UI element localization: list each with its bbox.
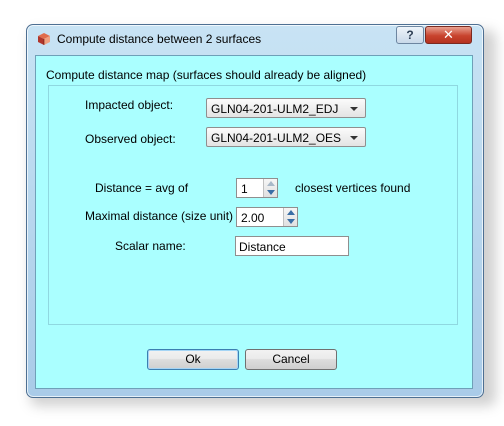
spin-down-icon[interactable] — [287, 219, 295, 224]
spin-up-icon[interactable] — [267, 181, 275, 186]
window-title: Compute distance between 2 surfaces — [57, 32, 262, 46]
group-title: Compute distance map (surfaces should al… — [46, 68, 367, 82]
app-cube-icon — [38, 33, 50, 45]
observed-object-select[interactable]: GLN04-201-ULM2_OES — [206, 127, 366, 147]
distance-avg-spinbox[interactable]: 1 — [236, 178, 278, 198]
distance-avg-value: 1 — [241, 182, 248, 196]
ok-button[interactable]: Ok — [147, 349, 239, 370]
maximal-distance-spin-buttons[interactable] — [283, 208, 297, 226]
scalar-name-value: Distance — [239, 240, 286, 254]
observed-object-label: Observed object: — [85, 132, 176, 146]
chevron-down-icon — [350, 107, 358, 111]
closest-vertices-label: closest vertices found — [295, 181, 411, 195]
dialog-window: Compute distance between 2 surfaces ? ✕ … — [26, 24, 484, 398]
distance-avg-label: Distance = avg of — [95, 181, 189, 195]
maximal-distance-value: 2.00 — [241, 211, 265, 225]
observed-object-value: GLN04-201-ULM2_OES — [211, 131, 342, 145]
maximal-distance-label: Maximal distance (size unit) — [85, 209, 234, 223]
scalar-name-input[interactable]: Distance — [235, 236, 349, 256]
impacted-object-select[interactable]: GLN04-201-ULM2_EDJ — [206, 98, 366, 118]
group-frame — [48, 85, 458, 325]
help-button[interactable]: ? — [396, 26, 424, 44]
cancel-button[interactable]: Cancel — [245, 349, 337, 370]
distance-avg-spin-buttons[interactable] — [263, 179, 277, 197]
close-icon: ✕ — [443, 27, 454, 42]
impacted-object-value: GLN04-201-ULM2_EDJ — [211, 102, 339, 116]
title-bar[interactable]: Compute distance between 2 surfaces ? ✕ — [27, 25, 483, 53]
scalar-name-label: Scalar name: — [115, 239, 186, 253]
spin-up-icon[interactable] — [287, 210, 295, 215]
chevron-down-icon — [350, 136, 358, 140]
maximal-distance-spinbox[interactable]: 2.00 — [236, 207, 298, 227]
dialog-client-area: Compute distance map (surfaces should al… — [35, 55, 473, 389]
spin-down-icon[interactable] — [267, 190, 275, 195]
impacted-object-label: Impacted object: — [85, 98, 174, 112]
help-icon: ? — [406, 28, 414, 42]
close-button[interactable]: ✕ — [425, 26, 472, 44]
